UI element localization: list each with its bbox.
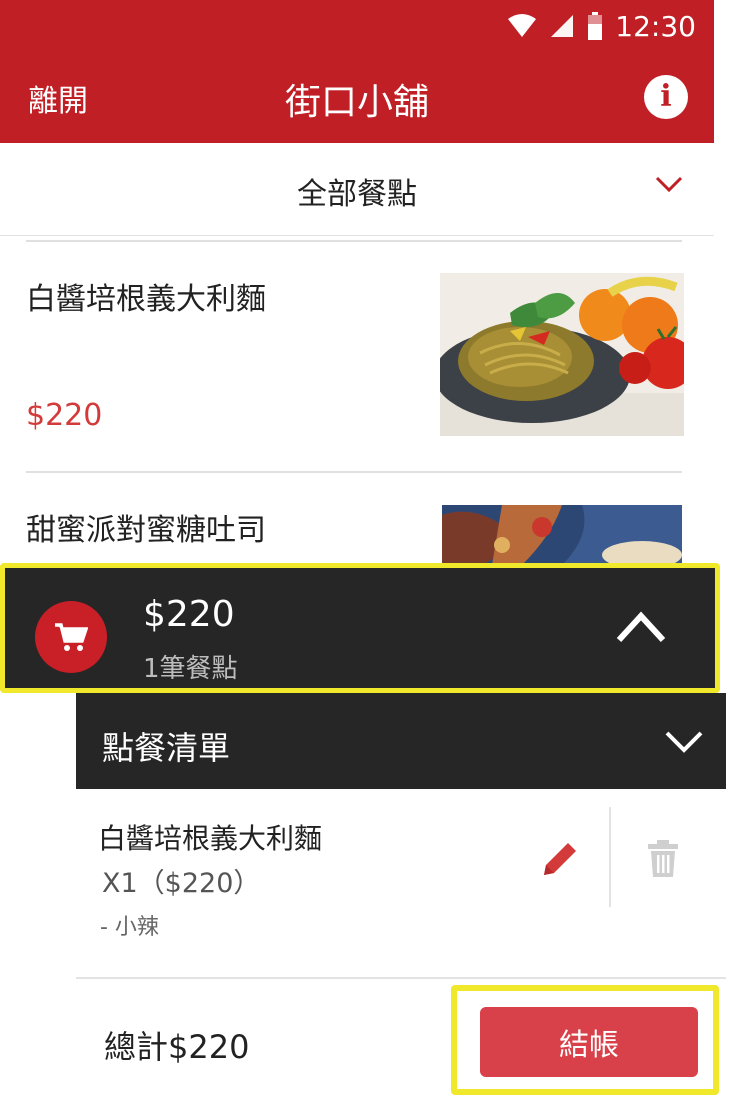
pencil-icon <box>544 843 576 875</box>
chevron-down-icon <box>665 731 703 753</box>
signal-icon <box>551 15 574 37</box>
trash-icon <box>648 840 678 877</box>
delete-button[interactable] <box>646 839 680 879</box>
order-total: 總計$220 <box>104 1028 250 1066</box>
cart-summary-bar[interactable]: $220 1筆餐點 <box>0 563 720 693</box>
edit-button[interactable] <box>538 837 582 881</box>
app-header: 12:30 離開 街口小舖 i <box>0 0 714 143</box>
cart-button[interactable] <box>35 601 107 673</box>
status-time: 12:30 <box>615 9 696 43</box>
category-selector[interactable]: 全部餐點 <box>0 143 714 236</box>
wifi-icon <box>508 14 537 37</box>
order-list-header[interactable]: 點餐清單 <box>76 693 726 789</box>
menu-item-name: 甜蜜派對蜜糖吐司 <box>26 513 266 548</box>
menu-item-price: $220 <box>26 398 103 433</box>
order-item-name: 白醬培根義大利麵 <box>98 822 323 855</box>
checkout-button[interactable]: 結帳 <box>480 1007 698 1077</box>
divider <box>26 240 682 242</box>
order-item-note: - 小辣 <box>100 915 159 940</box>
page-title: 街口小舖 <box>284 82 429 123</box>
menu-item-name: 白醬培根義大利麵 <box>26 282 266 317</box>
info-button[interactable]: i <box>644 75 688 119</box>
cart-icon <box>55 623 88 651</box>
divider <box>76 977 726 979</box>
info-icon: i <box>660 79 672 114</box>
category-label: 全部餐點 <box>297 177 417 212</box>
battery-icon <box>588 12 603 40</box>
chevron-up-icon[interactable] <box>615 610 667 644</box>
status-bar: 12:30 <box>507 8 696 44</box>
toast-photo <box>442 505 682 565</box>
cart-item-count: 1筆餐點 <box>143 654 238 684</box>
order-item-quantity: X1（$220） <box>102 868 261 899</box>
divider <box>609 807 611 907</box>
pasta-photo <box>440 273 684 436</box>
cart-amount: $220 <box>143 594 235 635</box>
divider <box>26 471 682 473</box>
chevron-down-icon <box>655 176 683 193</box>
order-list-title: 點餐清單 <box>102 729 231 767</box>
